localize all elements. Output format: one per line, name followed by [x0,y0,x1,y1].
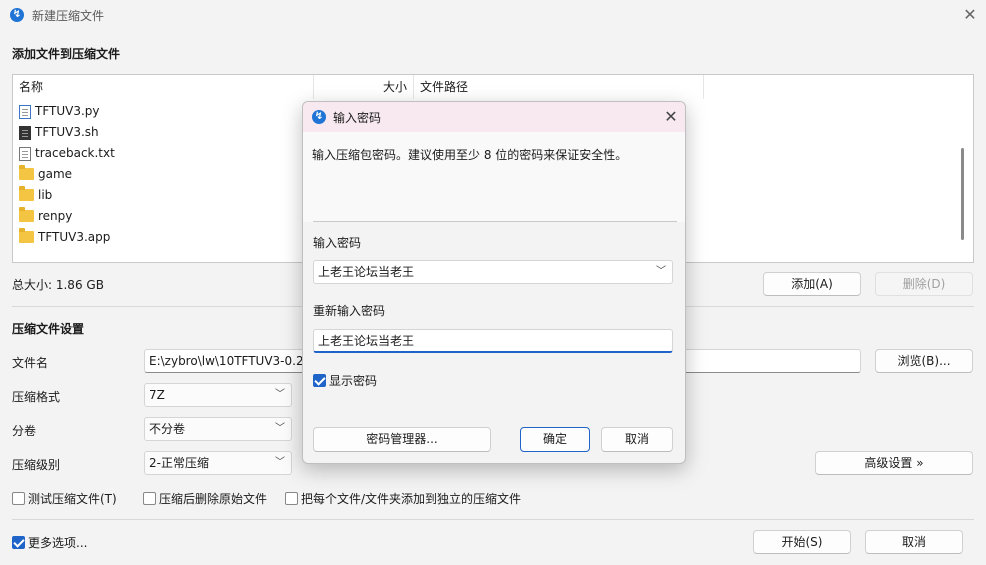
python-file-icon [19,104,31,119]
settings-heading: 压缩文件设置 [12,322,85,336]
file-name: TFTUV3.py [35,104,100,118]
file-list-scrollbar[interactable] [961,148,964,240]
start-button[interactable]: 开始(S) [753,530,851,554]
app-logo-icon: ↯ [312,110,326,124]
format-label: 压缩格式 [12,390,61,404]
file-name: TFTUV3.app [38,230,111,244]
reenter-password-label: 重新输入密码 [313,304,386,318]
chevron-down-icon: ﹀ [275,457,285,468]
column-name[interactable]: 名称 [19,75,43,99]
file-row[interactable]: lib [19,185,52,205]
password-label: 输入密码 [313,236,362,250]
level-value: 2-正常压缩 [149,456,209,470]
file-name: renpy [38,209,73,223]
file-row[interactable]: traceback.txt [19,143,115,163]
cancel-button[interactable]: 取消 [865,530,963,554]
total-size: 总大小: 1.86 GB [12,278,104,292]
dialog-cancel-button[interactable]: 取消 [601,427,673,452]
checkbox-label: 更多选项... [28,536,88,550]
chevron-down-icon: ﹀ [275,423,285,434]
text-file-icon [19,146,31,161]
checkbox-label: 压缩后删除原始文件 [159,492,268,506]
checkbox-box[interactable] [12,536,25,549]
format-select[interactable]: 7Z ﹀ [144,383,292,407]
checkbox-label: 测试压缩文件(T) [28,492,117,506]
file-row[interactable]: TFTUV3.sh [19,122,99,142]
folder-icon [19,206,34,222]
add-files-heading: 添加文件到压缩文件 [12,47,121,61]
chevron-down-icon: ﹀ [275,389,285,400]
delete-after-checkbox[interactable]: 压缩后删除原始文件 [143,490,267,507]
app-logo-icon: ↯ [10,8,24,22]
checkbox-box[interactable] [143,492,156,505]
filename-label: 文件名 [12,356,49,370]
folder-icon [19,227,34,243]
test-archive-checkbox[interactable]: 测试压缩文件(T) [12,490,117,507]
dialog-description: 输入压缩包密码。建议使用至少 8 位的密码来保证安全性。 [312,148,628,162]
ok-button[interactable]: 确定 [520,427,590,452]
file-row[interactable]: game [19,164,72,184]
split-select[interactable]: 不分卷 ﹀ [144,417,292,441]
browse-button[interactable]: 浏览(B)... [875,349,973,373]
level-label: 压缩级别 [12,458,61,472]
column-path[interactable]: 文件路径 [420,75,468,99]
checkbox-label: 把每个文件/文件夹添加到独立的压缩文件 [301,492,522,506]
format-value: 7Z [149,388,165,402]
column-separator[interactable] [703,75,704,99]
file-name: traceback.txt [35,146,115,160]
password-manager-button[interactable]: 密码管理器... [313,427,491,452]
checkbox-label: 显示密码 [329,374,378,388]
level-select[interactable]: 2-正常压缩 ﹀ [144,451,292,475]
advanced-settings-button[interactable]: 高级设置 » [815,451,973,475]
file-row[interactable]: TFTUV3.app [19,227,110,247]
file-name: TFTUV3.sh [35,125,99,139]
separate-archives-checkbox[interactable]: 把每个文件/文件夹添加到独立的压缩文件 [285,490,521,507]
chevron-down-icon[interactable]: ﹀ [656,261,666,283]
window-titlebar: ↯ 新建压缩文件 ✕ [0,0,986,30]
split-label: 分卷 [12,424,37,438]
file-row[interactable]: TFTUV3.py [19,101,100,121]
reenter-password-input[interactable]: 上老王论坛当老王 [313,329,673,353]
script-file-icon [19,125,31,140]
add-button[interactable]: 添加(A) [763,272,861,296]
folder-icon [19,164,34,180]
folder-icon [19,185,34,201]
dialog-divider [313,221,677,222]
column-separator[interactable] [413,75,414,99]
window-close-button[interactable]: ✕ [960,5,980,25]
dialog-close-button[interactable]: ✕ [661,107,681,127]
dialog-description-area: 输入压缩包密码。建议使用至少 8 位的密码来保证安全性。 [303,132,685,222]
column-size[interactable]: 大小 [383,75,407,99]
column-separator[interactable] [313,75,314,99]
dialog-title: 输入密码 [333,111,382,125]
file-name: lib [38,188,53,202]
checkbox-box[interactable] [12,492,25,505]
password-combobox[interactable]: 上老王论坛当老王 ﹀ [313,260,673,284]
password-dialog: ↯ 输入密码 ✕ 输入压缩包密码。建议使用至少 8 位的密码来保证安全性。 输入… [302,101,686,464]
dialog-titlebar: ↯ 输入密码 ✕ [303,102,685,132]
show-password-checkbox[interactable]: 显示密码 [313,372,377,389]
more-options-checkbox[interactable]: 更多选项... [12,534,87,551]
password-value: 上老王论坛当老王 [318,265,415,279]
window-title: 新建压缩文件 [32,9,105,23]
split-value: 不分卷 [149,422,186,436]
delete-button[interactable]: 删除(D) [875,272,973,296]
checkbox-box[interactable] [313,374,326,387]
file-row[interactable]: renpy [19,206,72,226]
checkbox-box[interactable] [285,492,298,505]
bottom-divider [12,519,974,520]
file-name: game [38,167,73,181]
